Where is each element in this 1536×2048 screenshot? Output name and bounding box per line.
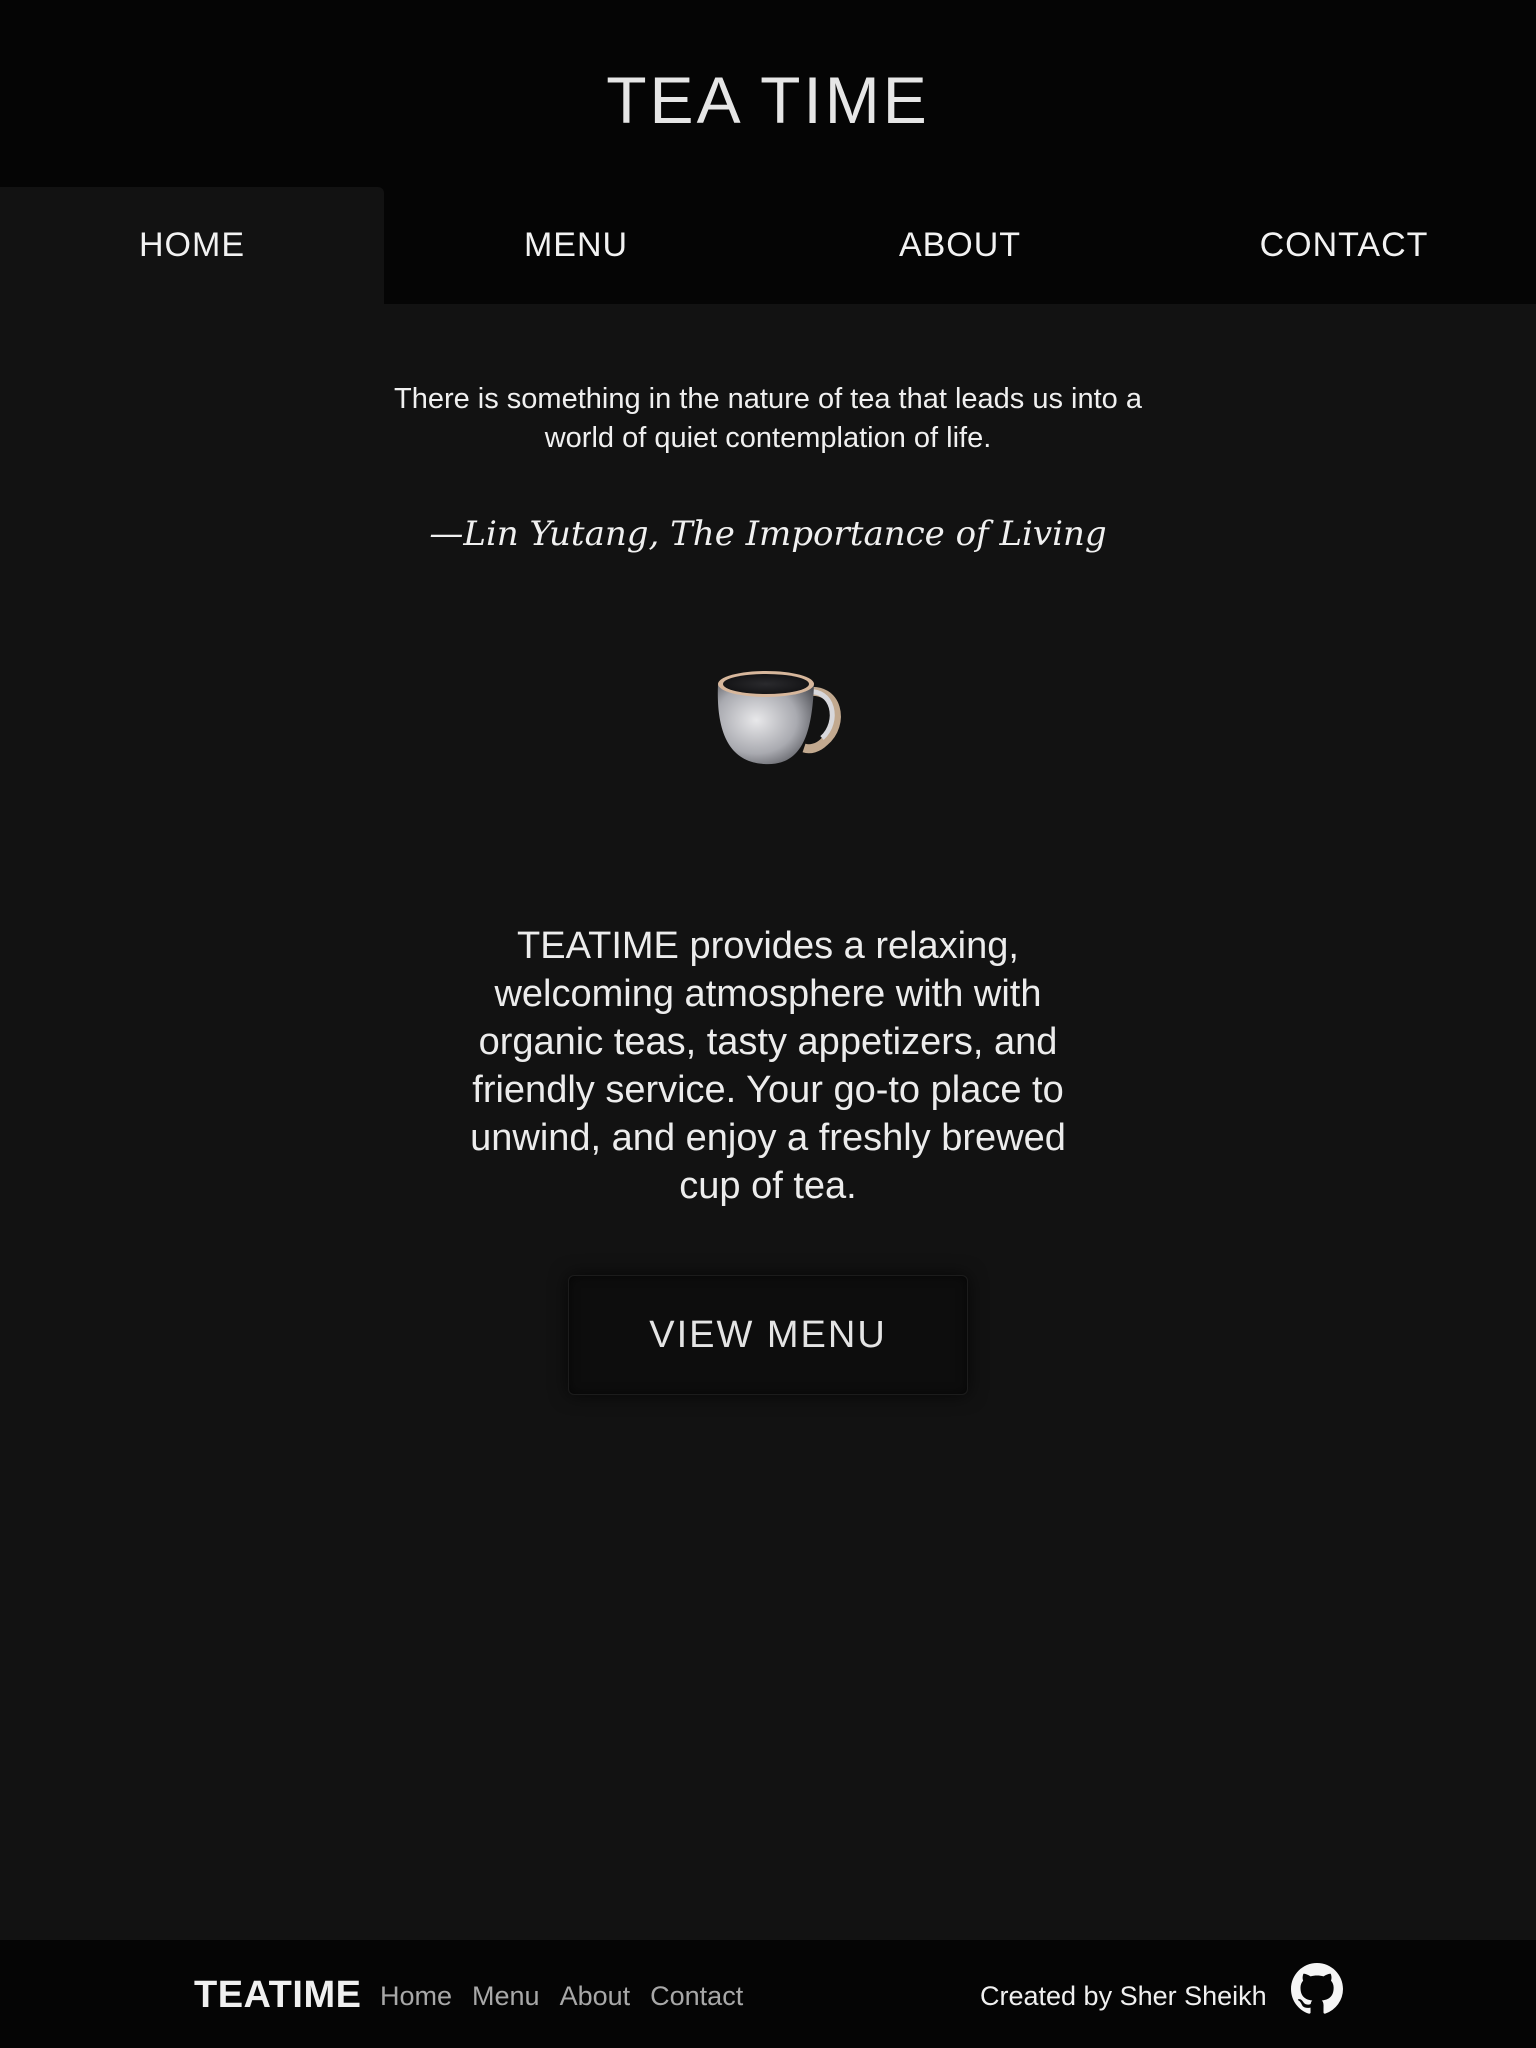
github-icon[interactable] [1291, 1963, 1343, 2015]
footer-credit: Created by Sher Sheikh [980, 1981, 1267, 2011]
nav-tab-home[interactable]: HOME [0, 187, 384, 304]
nav-tab-menu[interactable]: MENU [384, 187, 768, 304]
about-description: TEATIME provides a relaxing, welcoming a… [470, 925, 1066, 1207]
footer-link-contact[interactable]: Contact [650, 1976, 743, 2016]
nav-tab-about[interactable]: ABOUT [768, 187, 1152, 304]
site-title: TEA TIME [606, 63, 930, 137]
nav-tab-contact[interactable]: CONTACT [1152, 187, 1536, 304]
quote-author: —Lin Yutang, The Importance of Living [429, 514, 1107, 554]
main-nav: HOME MENU ABOUT CONTACT [0, 187, 1536, 304]
view-menu-button[interactable]: VIEW MENU [568, 1275, 968, 1395]
footer-link-menu[interactable]: Menu [472, 1976, 540, 2016]
tea-cup-icon [706, 650, 846, 780]
footer-link-about[interactable]: About [560, 1976, 631, 2016]
footer-links: Home Menu About Contact [380, 1976, 743, 2016]
hero-quote: There is something in the nature of tea … [393, 383, 1142, 454]
footer-link-home[interactable]: Home [380, 1976, 452, 2016]
footer-brand[interactable]: TEATIME [194, 1970, 361, 2020]
